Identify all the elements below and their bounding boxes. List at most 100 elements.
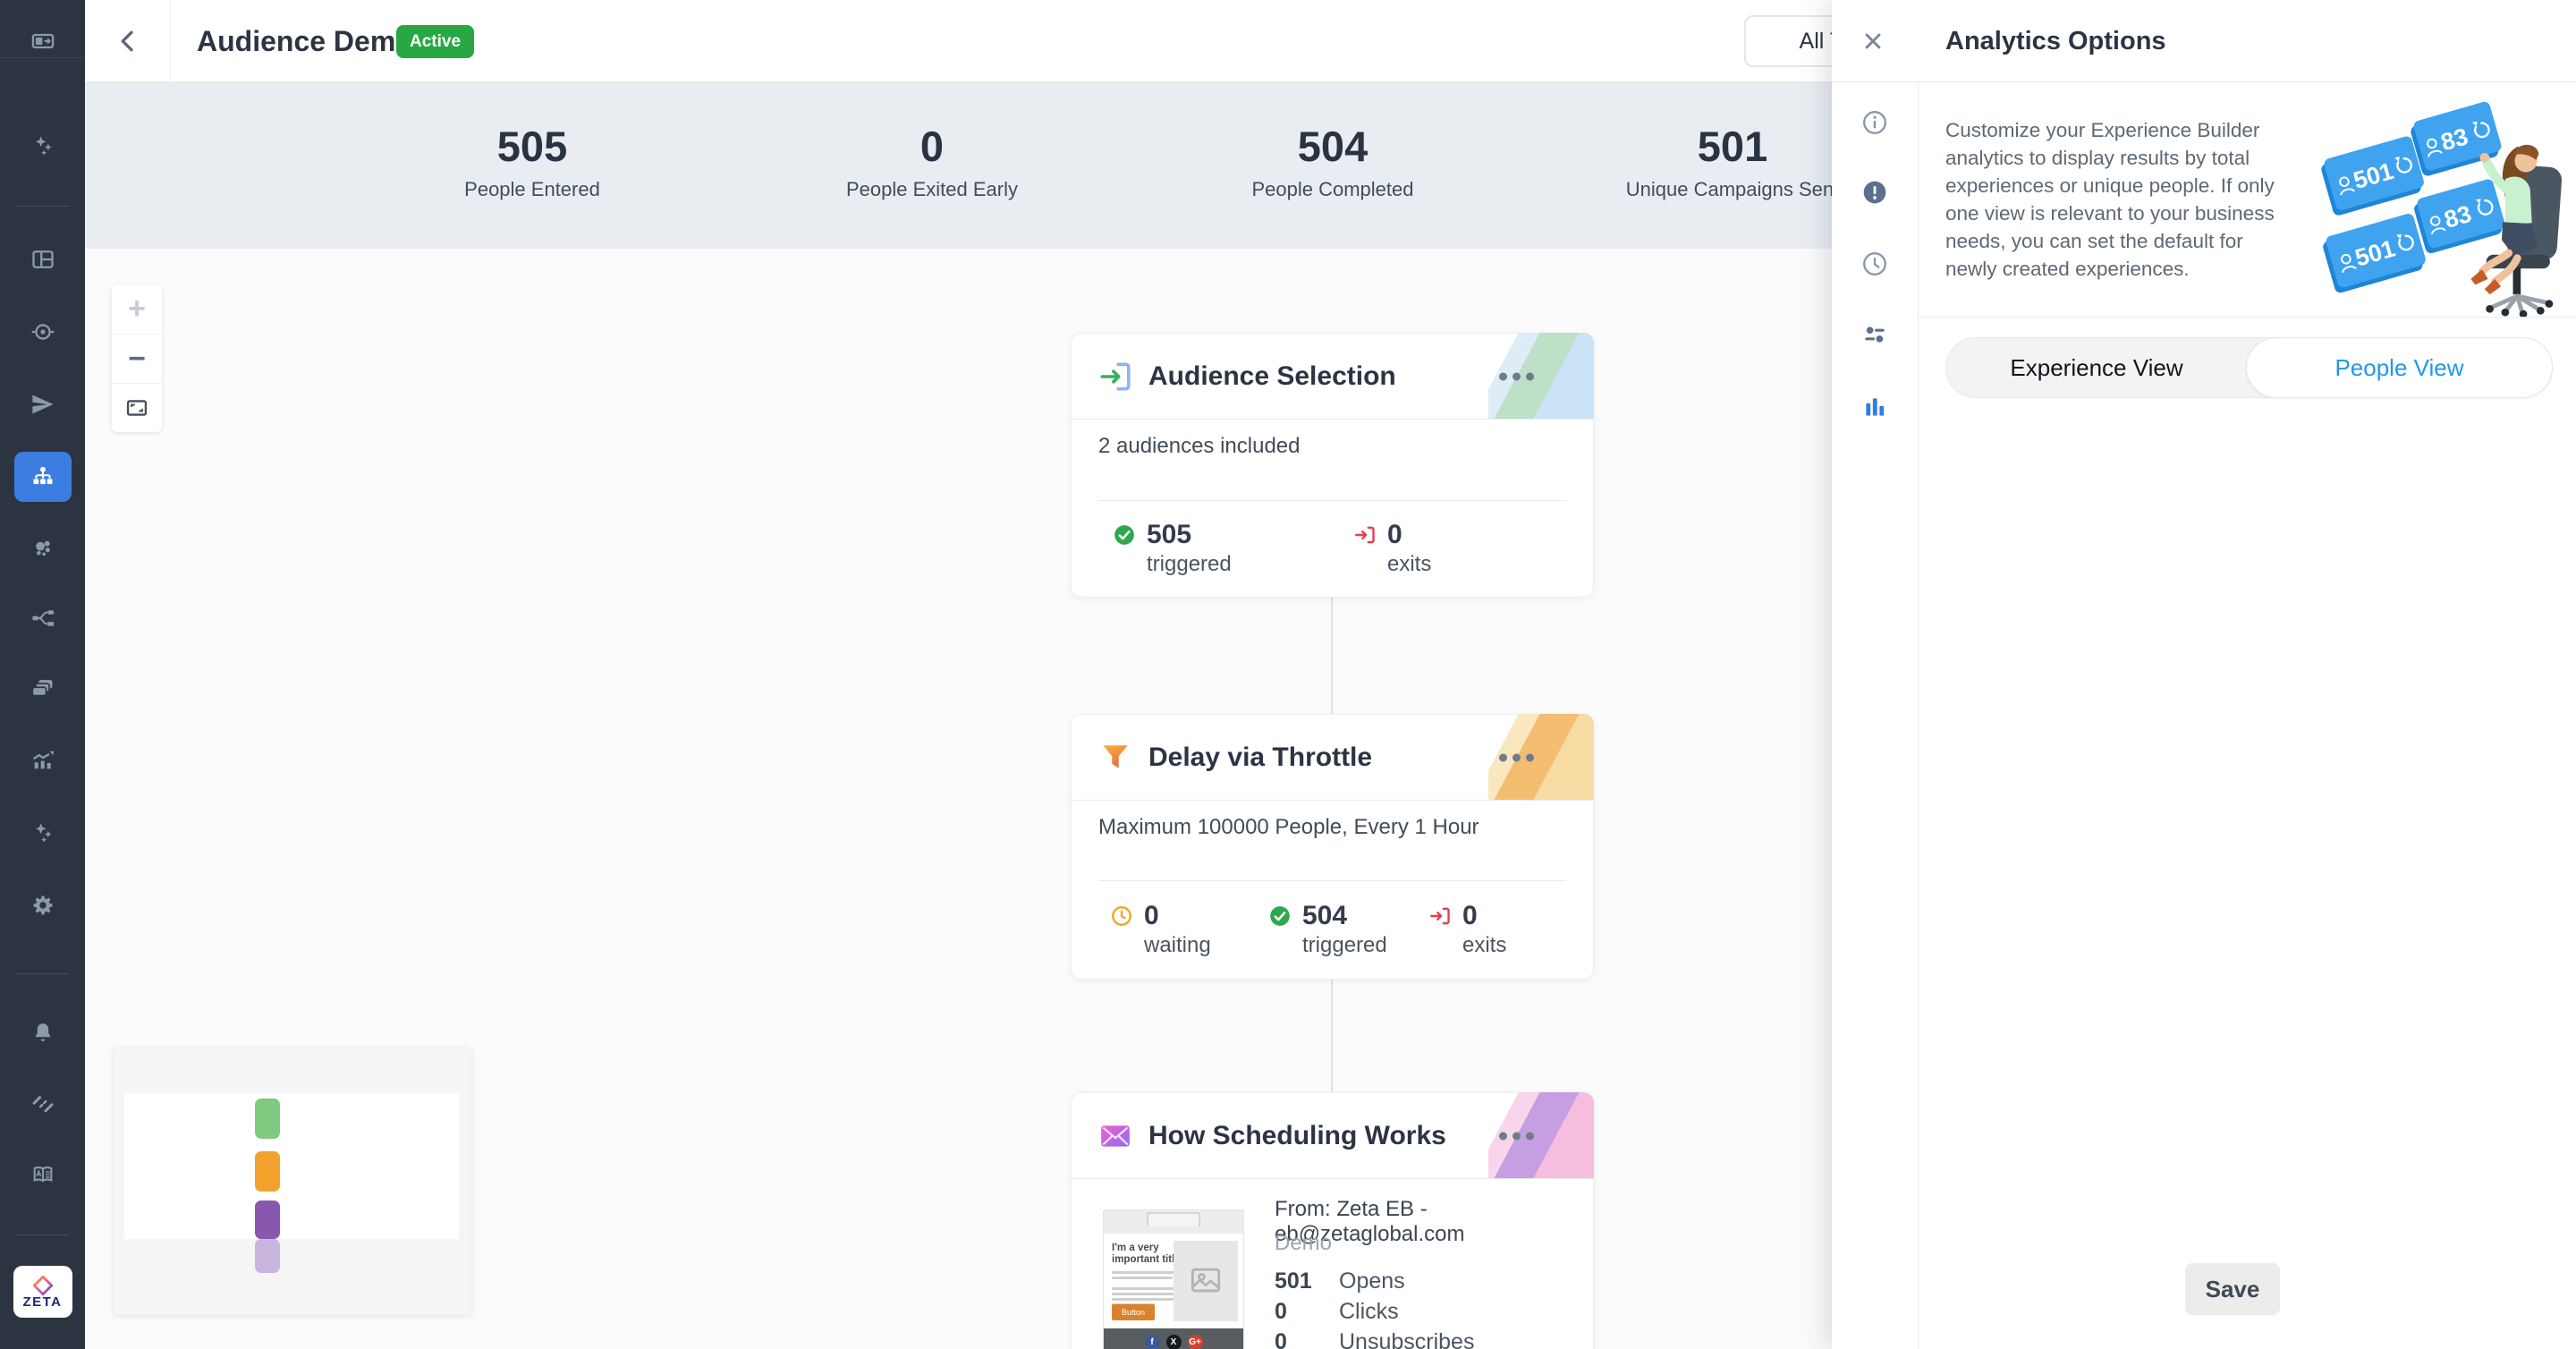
email-preview-button: Button <box>1112 1304 1155 1320</box>
sidebar-item-journeys[interactable] <box>14 1077 72 1127</box>
sparkles-icon <box>30 133 55 158</box>
sidebar-item-ai-assist[interactable] <box>14 121 72 171</box>
node-menu-button[interactable] <box>1499 372 1534 380</box>
status-badge: Active <box>396 25 474 58</box>
x-social-icon: X <box>1166 1335 1182 1349</box>
minimap-node-marker <box>255 1099 280 1139</box>
minimap-viewport[interactable] <box>124 1093 459 1239</box>
node-menu-button[interactable] <box>1499 753 1534 761</box>
sidebar-item-intelligence[interactable] <box>14 808 72 858</box>
sliders-icon <box>1861 321 1888 348</box>
node-description: Maximum 100000 People, Every 1 Hour <box>1098 815 1479 840</box>
analytics-options-panel: Analytics Options Customize your Experie… <box>1832 0 2576 1349</box>
stat-unique-campaigns-sent: 501 Unique Campaigns Sent <box>1626 122 1839 201</box>
history-tab[interactable] <box>1852 241 1898 287</box>
flowchart-icon <box>30 464 55 489</box>
minimap[interactable] <box>114 1048 471 1315</box>
node-menu-button[interactable] <box>1499 1132 1534 1140</box>
facebook-icon: f <box>1145 1335 1160 1349</box>
sidebar-item-docs[interactable] <box>14 1150 72 1200</box>
sidebar-item-templates[interactable] <box>14 664 72 714</box>
experience-view-option[interactable]: Experience View <box>1946 338 2247 397</box>
exit-icon <box>1428 904 1452 932</box>
view-toggle: Experience View People View <box>1945 337 2552 398</box>
stat-people-entered: 505 People Entered <box>464 122 600 201</box>
envelope-flap <box>1147 1212 1200 1226</box>
page-title: Audience Demo <box>197 0 413 82</box>
googleplus-icon: G+ <box>1188 1335 1203 1349</box>
send-icon <box>30 392 55 417</box>
panel-tool-strip <box>1832 82 1919 1349</box>
alerts-tab[interactable] <box>1852 169 1898 216</box>
panel-title: Analytics Options <box>1945 0 2166 82</box>
clock-icon <box>1110 904 1133 932</box>
minimap-node-marker <box>255 1201 280 1239</box>
back-button[interactable] <box>85 0 171 82</box>
road-icon <box>30 1090 55 1115</box>
connector-line <box>1331 980 1333 1092</box>
zoom-controls: + − <box>112 284 162 432</box>
analytics-description-section: Customize your Experience Builder analyt… <box>1919 82 2576 318</box>
check-icon <box>1113 523 1136 551</box>
analytics-tab[interactable] <box>1852 384 1898 430</box>
collapse-icon <box>30 29 55 54</box>
fit-view-button[interactable] <box>112 383 162 432</box>
settings-tab[interactable] <box>1852 311 1898 358</box>
check-icon <box>1268 904 1292 932</box>
sidebar-collapse-button[interactable] <box>14 16 72 66</box>
sidebar-item-notifications[interactable] <box>14 1007 72 1057</box>
split-icon <box>30 606 55 631</box>
zeta-diamond-icon <box>31 1275 55 1296</box>
layout-icon <box>30 247 55 272</box>
minimap-node-marker <box>255 1239 280 1273</box>
connector-line <box>1331 598 1333 714</box>
sidebar-item-settings[interactable] <box>14 880 72 930</box>
sidebar-divider <box>16 973 69 974</box>
people-view-option[interactable]: People View <box>2246 337 2553 398</box>
node-audience-selection[interactable]: Audience Selection 2 audiences included … <box>1071 333 1594 598</box>
sidebar-divider <box>16 1234 69 1235</box>
node-delay-via-throttle[interactable]: Delay via Throttle Maximum 100000 People… <box>1071 714 1594 980</box>
email-campaign-name: Demo <box>1275 1231 1332 1256</box>
zeta-logo[interactable]: ZETA <box>13 1266 72 1318</box>
app-sidebar: ZETA <box>0 0 85 1349</box>
node-title: Audience Selection <box>1148 361 1396 392</box>
sidebar-item-integrations[interactable] <box>14 593 72 643</box>
people-icon <box>30 536 55 561</box>
experience-builder-app: Audience Demo Active All Time 505 People… <box>0 0 2576 1349</box>
close-icon <box>1860 29 1885 54</box>
email-preview-title: I'm a very important title <box>1112 1243 1183 1266</box>
node-how-scheduling-works[interactable]: How Scheduling Works I'm a very importan… <box>1071 1092 1594 1349</box>
sidebar-item-targeting[interactable] <box>14 307 72 357</box>
sidebar-item-campaigns[interactable] <box>14 379 72 429</box>
target-icon <box>30 319 55 344</box>
minimap-node-marker <box>255 1151 280 1192</box>
clock-icon <box>1861 250 1888 277</box>
trend-icon <box>30 748 55 773</box>
funnel-icon <box>1098 741 1132 775</box>
save-button[interactable]: Save <box>2185 1263 2280 1315</box>
info-tab[interactable] <box>1852 99 1898 146</box>
node-description: 2 audiences included <box>1098 434 1301 459</box>
chevron-left-icon <box>114 28 141 55</box>
exit-icon <box>1353 523 1377 551</box>
bell-icon <box>30 1020 55 1045</box>
node-title: How Scheduling Works <box>1148 1121 1446 1151</box>
sidebar-item-audiences[interactable] <box>14 523 72 573</box>
analytics-illustration: 501 83 <box>2230 93 2574 317</box>
zoom-in-button[interactable]: + <box>112 284 162 334</box>
layers-icon <box>30 676 55 701</box>
book-icon <box>30 1162 55 1187</box>
alert-icon <box>1861 179 1888 206</box>
zoom-out-button[interactable]: − <box>112 334 162 383</box>
sidebar-item-dashboard[interactable] <box>14 234 72 284</box>
sidebar-item-reports[interactable] <box>14 735 72 785</box>
node-title: Delay via Throttle <box>1148 742 1372 773</box>
email-preview-thumbnail: I'm a very important title Button f <box>1103 1209 1244 1349</box>
sparkles-icon <box>30 820 55 845</box>
sidebar-item-experience-builder[interactable] <box>14 452 72 502</box>
fit-screen-icon <box>124 395 149 420</box>
close-panel-button[interactable] <box>1854 22 1892 60</box>
info-icon <box>1861 109 1888 136</box>
stat-people-exited-early: 0 People Exited Early <box>846 122 1018 201</box>
